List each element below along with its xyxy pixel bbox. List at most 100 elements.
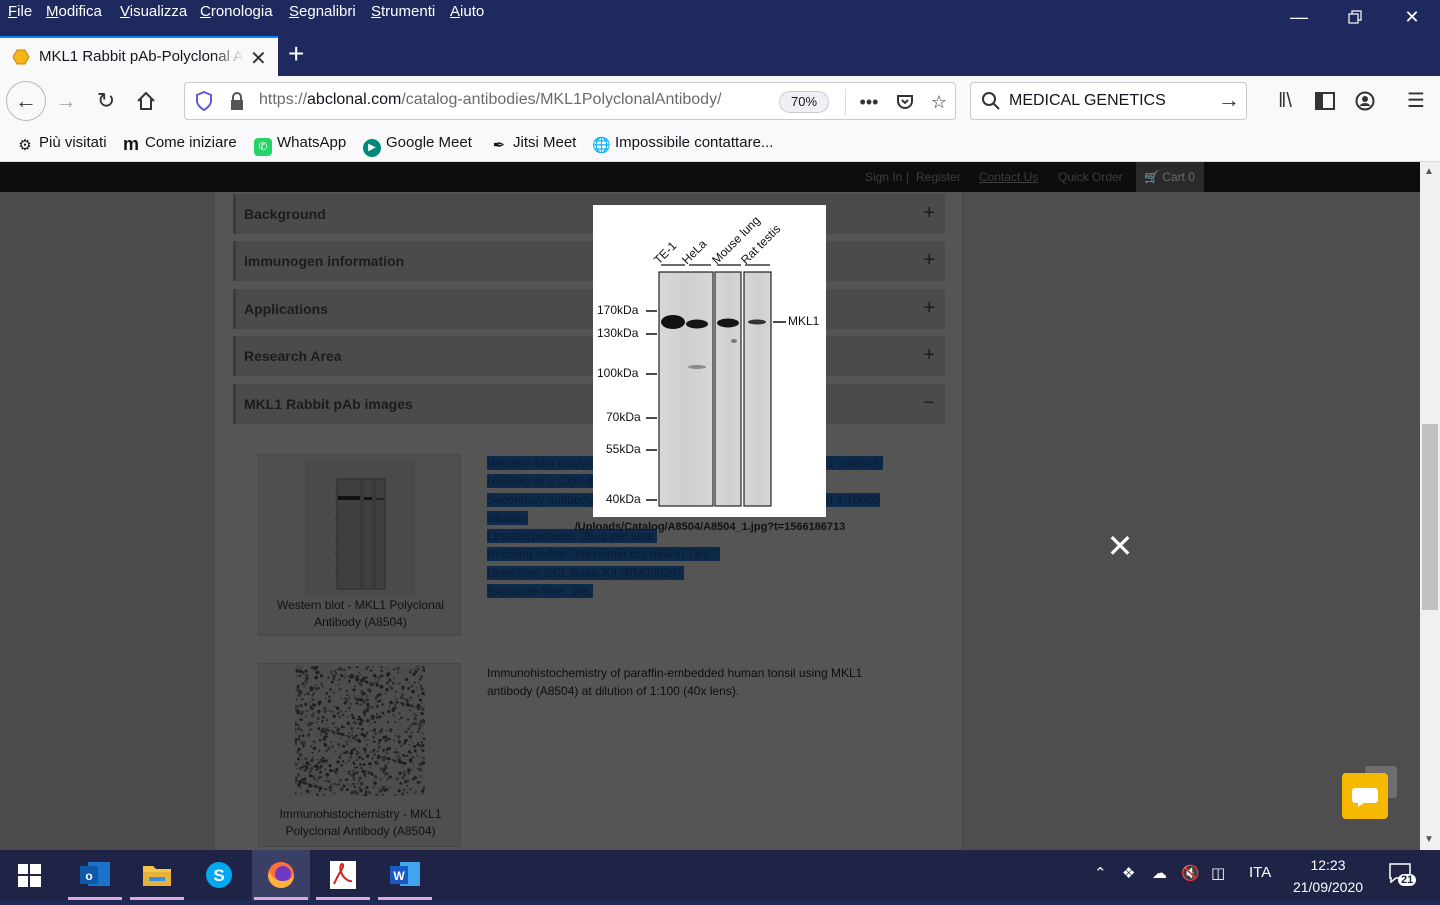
cart-button[interactable]: 🛒 Cart 0 — [1136, 162, 1204, 192]
ihc-cell-dot — [352, 770, 354, 772]
bookmark-google-meet[interactable]: ▶ Google Meet — [363, 134, 472, 157]
pocket-icon[interactable] — [891, 88, 919, 116]
search-go-icon[interactable]: → — [1218, 87, 1240, 113]
onedrive-icon[interactable]: ☁ — [1152, 864, 1167, 882]
ihc-cell-dot — [421, 743, 425, 747]
url-text[interactable]: https://abclonal.com/catalog-antibodies/… — [259, 91, 779, 109]
start-button[interactable] — [0, 850, 58, 900]
search-bar[interactable]: MEDICAL GENETICS → — [970, 82, 1247, 120]
accordion-applications[interactable]: Applications + — [233, 289, 945, 329]
taskbar-acrobat[interactable] — [314, 850, 372, 900]
page-actions-icon[interactable]: ••• — [855, 88, 883, 116]
ihc-cell-dot — [359, 781, 364, 786]
ihc-cell-dot — [347, 772, 351, 775]
network-icon[interactable]: ◫ — [1211, 864, 1225, 882]
system-clock[interactable]: 12:23 21/09/2020 — [1282, 854, 1374, 898]
bookmark-impossibile-contattare[interactable]: 🌐 Impossibile contattare... — [592, 134, 773, 155]
chat-button[interactable] — [1342, 773, 1388, 819]
bookmark-star-icon[interactable]: ☆ — [925, 88, 953, 116]
ihc-cell-dot — [396, 698, 398, 700]
ihc-cell-dot — [418, 722, 422, 727]
ihc-cell-dot — [352, 782, 355, 785]
account-icon[interactable] — [1352, 88, 1378, 114]
ihc-thumbnail[interactable]: Immunohistochemistry - MKL1 Polyclonal A… — [258, 663, 461, 847]
ihc-cell-dot — [367, 709, 370, 712]
ihc-cell-dot — [351, 734, 353, 736]
ihc-cell-dot — [359, 683, 363, 687]
ihc-cell-dot — [299, 674, 302, 677]
close-window-icon[interactable]: ✕ — [1384, 0, 1440, 34]
taskbar-firefox[interactable] — [252, 850, 310, 900]
bookmark-piu-visitati[interactable]: ⚙ Più visitati — [16, 134, 106, 155]
contact-link[interactable]: Contact Us — [979, 170, 1038, 184]
taskbar-skype[interactable]: S — [190, 850, 248, 900]
bookmark-jitsi-meet[interactable]: ✒ Jitsi Meet — [490, 134, 577, 155]
taskbar-word[interactable]: W — [376, 850, 434, 900]
tab-close-icon[interactable]: ✕ — [250, 46, 267, 71]
register-link[interactable]: Register — [916, 170, 961, 184]
ihc-cell-dot — [411, 689, 415, 694]
scrollbar-thumb[interactable] — [1422, 424, 1438, 610]
scroll-up-icon[interactable]: ▲ — [1424, 166, 1434, 177]
new-tab-icon[interactable]: + — [288, 38, 304, 70]
ihc-cell-dot — [342, 713, 345, 716]
dropbox-icon[interactable]: ❖ — [1122, 864, 1135, 882]
library-icon[interactable]: ‖\ — [1272, 88, 1298, 114]
ihc-cell-dot — [332, 714, 336, 718]
menu-modifica[interactable]: Modifica — [46, 3, 102, 20]
volume-muted-icon[interactable]: 🔇 — [1181, 864, 1200, 882]
ihc-cell-dot — [416, 754, 418, 757]
tray-chevron-icon[interactable]: ⌃ — [1094, 864, 1107, 882]
tracking-shield-icon[interactable] — [195, 91, 213, 111]
reload-icon[interactable]: ↻ — [88, 84, 124, 118]
lightbox-close-icon[interactable]: ✕ — [1106, 530, 1134, 562]
menu-strumenti[interactable]: Strumenti — [371, 3, 435, 20]
ihc-cell-dot — [339, 687, 342, 691]
ihc-cell-dot — [394, 759, 396, 762]
ihc-cell-dot — [346, 693, 349, 697]
ihc-cell-dot — [394, 690, 397, 693]
ihc-cell-dot — [420, 712, 424, 716]
accordion-immunogen[interactable]: Immunogen information + — [233, 241, 945, 281]
ihc-cell-dot — [366, 695, 369, 697]
menu-cronologia[interactable]: Cronologia — [200, 3, 273, 20]
search-input[interactable]: MEDICAL GENETICS — [1009, 92, 1166, 110]
restore-icon[interactable] — [1327, 0, 1383, 34]
menu-hamburger-icon[interactable]: ☰ — [1403, 88, 1429, 114]
tab-active[interactable]: MKL1 Rabbit pAb-Polyclonal Antibody ✕ — [0, 36, 278, 76]
ihc-cell-dot — [328, 687, 332, 691]
lock-icon[interactable] — [229, 92, 245, 112]
url-bar[interactable]: https://abclonal.com/catalog-antibodies/… — [184, 82, 956, 120]
menu-segnalibri[interactable]: Segnalibri — [289, 3, 356, 20]
western-blot-thumbnail[interactable]: Western blot - MKL1 Polyclonal Antibody … — [258, 454, 461, 636]
menu-visualizza[interactable]: Visualizza — [120, 3, 187, 20]
ihc-cell-dot — [348, 759, 351, 762]
home-icon[interactable] — [128, 84, 164, 118]
bookmark-whatsapp[interactable]: ✆ WhatsApp — [254, 134, 346, 156]
accordion-background[interactable]: Background + — [233, 194, 945, 234]
bookmark-come-iniziare[interactable]: m Come iniziare — [122, 134, 237, 153]
ihc-cell-dot — [392, 759, 395, 762]
accordion-research-area[interactable]: Research Area + — [233, 336, 945, 376]
ihc-cell-dot — [362, 676, 366, 680]
minimize-icon[interactable]: — — [1271, 0, 1327, 34]
zoom-indicator[interactable]: 70% — [779, 91, 829, 113]
quick-order-link[interactable]: Quick Order — [1058, 170, 1123, 184]
sidebar-icon[interactable] — [1312, 88, 1338, 114]
taskbar-outlook[interactable]: o — [66, 850, 124, 900]
menu-aiuto[interactable]: Aiuto — [450, 3, 484, 20]
taskbar-explorer[interactable] — [128, 850, 186, 900]
ihc-cell-dot — [345, 778, 349, 782]
forward-icon[interactable]: → — [48, 84, 84, 118]
lightbox-image[interactable]: TE-1 HeLa Mouse lung Rat testis 170kDa 1… — [593, 205, 826, 517]
menu-file[interactable]: File — [8, 3, 32, 20]
signin-link[interactable]: Sign In — [865, 170, 902, 184]
ihc-cell-dot — [363, 701, 366, 704]
language-indicator[interactable]: ITA — [1249, 864, 1271, 881]
accordion-images[interactable]: MKL1 Rabbit pAb images − — [233, 384, 945, 424]
scroll-down-icon[interactable]: ▼ — [1424, 834, 1434, 845]
ihc-cell-dot — [386, 778, 389, 781]
notification-center-icon[interactable]: 21 — [1388, 862, 1418, 892]
back-icon[interactable]: ← — [6, 81, 46, 121]
page-scrollbar[interactable]: ▲ ▼ — [1420, 162, 1440, 850]
